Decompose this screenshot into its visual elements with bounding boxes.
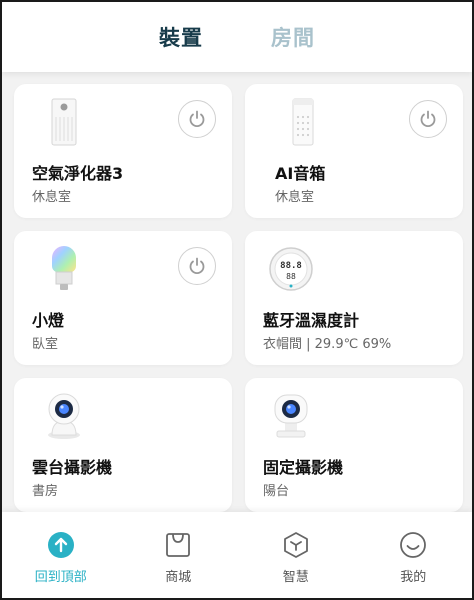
fixed-camera-icon — [267, 392, 315, 440]
hygrometer-temp-reading: 88.8 — [280, 261, 302, 271]
device-room: 休息室 — [275, 190, 315, 205]
device-name: AI音箱 — [275, 164, 326, 183]
tab-rooms[interactable]: 房間 — [271, 22, 315, 52]
device-room: 陽台 — [263, 484, 290, 499]
shopping-bag-icon — [163, 530, 193, 560]
power-icon — [420, 110, 436, 128]
device-card-fixed-camera[interactable]: 固定攝影機 陽台 — [245, 378, 463, 512]
cube-icon — [281, 530, 311, 560]
device-card-ptz-camera[interactable]: 雲台攝影機 書房 — [14, 378, 232, 512]
air-purifier-icon — [40, 98, 88, 146]
app-frame: 裝置 房間 空氣淨化器3 休息室 AI音箱 休息室 小燈 臥室 88.8 88 … — [0, 0, 474, 600]
power-button[interactable] — [409, 100, 447, 138]
device-name: 藍牙溫濕度計 — [263, 311, 360, 330]
bottom-nav-bar: 回到頂部 商城 智慧 我的 — [2, 512, 472, 598]
device-room: 休息室 — [32, 190, 72, 205]
nav-label: 我的 — [400, 570, 427, 585]
nav-profile[interactable]: 我的 — [363, 530, 463, 585]
device-room: 衣帽間 | 29.9℃ 69% — [263, 337, 392, 352]
device-room: 臥室 — [32, 337, 59, 352]
tab-devices[interactable]: 裝置 — [159, 22, 203, 52]
device-card-ai-speaker[interactable]: AI音箱 休息室 — [245, 84, 463, 218]
power-icon — [189, 257, 205, 275]
device-grid: 空氣淨化器3 休息室 AI音箱 休息室 小燈 臥室 88.8 88 藍牙溫濕度計… — [2, 2, 472, 598]
nav-label: 回到頂部 — [34, 570, 87, 585]
device-card-hygrometer[interactable]: 88.8 88 藍牙溫濕度計 衣帽間 | 29.9℃ 69% — [245, 231, 463, 365]
power-button[interactable] — [178, 100, 216, 138]
nav-smart[interactable]: 智慧 — [246, 530, 346, 585]
nav-label: 商城 — [165, 570, 192, 585]
device-card-air-purifier[interactable]: 空氣淨化器3 休息室 — [14, 84, 232, 218]
device-card-bulb[interactable]: 小燈 臥室 — [14, 231, 232, 365]
device-room: 書房 — [32, 484, 59, 499]
device-name: 固定攝影機 — [263, 458, 344, 477]
nav-mall[interactable]: 商城 — [128, 530, 228, 585]
nav-back-to-top[interactable]: 回到頂部 — [11, 530, 111, 585]
nav-label: 智慧 — [282, 570, 309, 585]
power-icon — [189, 110, 205, 128]
top-tab-bar: 裝置 房間 — [2, 2, 472, 72]
smile-icon — [398, 530, 428, 560]
hygrometer-icon: 88.8 88 — [267, 245, 315, 293]
smart-bulb-icon — [40, 245, 88, 293]
device-name: 小燈 — [32, 311, 65, 330]
power-button[interactable] — [178, 247, 216, 285]
ptz-camera-icon — [40, 392, 88, 440]
device-name: 雲台攝影機 — [32, 458, 113, 477]
smart-speaker-icon — [279, 98, 327, 146]
arrow-up-icon — [46, 530, 76, 560]
device-name: 空氣淨化器3 — [32, 164, 124, 183]
hygrometer-humidity-reading: 88 — [286, 272, 296, 281]
